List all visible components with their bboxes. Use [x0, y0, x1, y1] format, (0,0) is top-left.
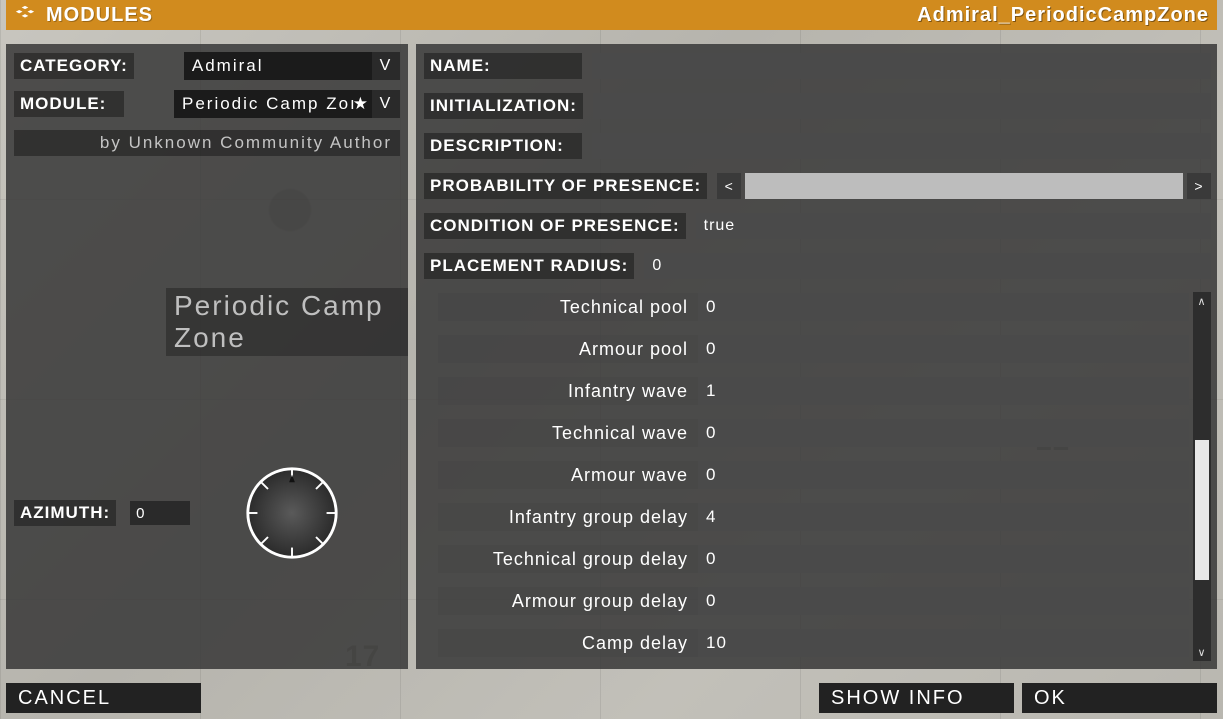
right-panel: NAME: INITIALIZATION: DESCRIPTION: PROBA… — [416, 44, 1217, 669]
param-input[interactable] — [698, 419, 1189, 447]
module-preview-title: Periodic Camp Zone — [166, 288, 408, 356]
module-credit: by Unknown Community Author — [14, 130, 400, 156]
param-row: Technical group delay — [424, 544, 1193, 574]
init-label: INITIALIZATION: — [424, 93, 583, 119]
prob-slider[interactable] — [745, 173, 1183, 199]
scroll-track[interactable] — [1193, 310, 1211, 643]
param-label: Camp delay — [438, 629, 698, 657]
param-input[interactable] — [698, 545, 1189, 573]
param-label: Infantry wave — [438, 377, 698, 405]
module-label: MODULE: — [14, 91, 124, 117]
compass-widget[interactable] — [244, 465, 340, 561]
prob-label: PROBABILITY OF PRESENCE: — [424, 173, 707, 199]
titlebar: MODULES Admiral_PeriodicCampZone — [6, 0, 1217, 30]
prob-increase-button[interactable]: > — [1187, 173, 1211, 199]
param-label: Technical wave — [438, 419, 698, 447]
radius-input[interactable] — [644, 253, 1211, 279]
param-row: Armour pool — [424, 334, 1193, 364]
radius-label: PLACEMENT RADIUS: — [424, 253, 634, 279]
star-icon: ★ — [353, 94, 370, 114]
param-row: Infantry wave — [424, 376, 1193, 406]
prob-decrease-button[interactable]: < — [717, 173, 741, 199]
param-row: Armour wave — [424, 460, 1193, 490]
azimuth-input[interactable] — [130, 501, 190, 525]
param-row: Technical wave — [424, 418, 1193, 448]
param-label: Technical group delay — [438, 545, 698, 573]
azimuth-label: AZIMUTH: — [14, 500, 116, 526]
param-input[interactable] — [698, 293, 1189, 321]
param-input[interactable] — [698, 335, 1189, 363]
chevron-down-icon[interactable]: V — [372, 52, 400, 80]
param-row: Infantry group delay — [424, 502, 1193, 532]
cond-input[interactable] — [696, 213, 1211, 239]
param-input[interactable] — [698, 587, 1189, 615]
param-row: Armour group delay — [424, 586, 1193, 616]
title-left: MODULES — [46, 4, 153, 27]
module-value: Periodic Camp Zoı — [182, 94, 357, 114]
scroll-down-button[interactable]: ∨ — [1193, 643, 1211, 661]
module-params-list: Technical pool Armour pool Infantry wave Te… — [424, 292, 1193, 661]
param-input[interactable] — [698, 629, 1189, 657]
param-input[interactable] — [698, 503, 1189, 531]
category-value: Admiral — [192, 56, 264, 76]
name-label: NAME: — [424, 53, 582, 79]
show-info-button[interactable]: SHOW INFO — [819, 683, 1014, 713]
left-panel: CATEGORY: Admiral V MODULE: Periodic Cam… — [6, 44, 408, 669]
param-label: Armour group delay — [438, 587, 698, 615]
category-label: CATEGORY: — [14, 53, 134, 79]
category-select[interactable]: Admiral V — [184, 52, 400, 80]
scroll-up-button[interactable]: ∧ — [1193, 292, 1211, 310]
param-input[interactable] — [698, 461, 1189, 489]
footer-spacer — [209, 683, 811, 713]
desc-label: DESCRIPTION: — [424, 133, 582, 159]
scroll-thumb[interactable] — [1195, 440, 1209, 580]
scrollbar[interactable]: ∧ ∨ — [1193, 292, 1211, 661]
modules-icon — [14, 4, 36, 26]
param-row: Technical pool — [424, 292, 1193, 322]
chevron-down-icon[interactable]: V — [372, 90, 400, 118]
param-input[interactable] — [698, 377, 1189, 405]
param-label: Technical pool — [438, 293, 698, 321]
param-label: Infantry group delay — [438, 503, 698, 531]
param-label: Armour pool — [438, 335, 698, 363]
cancel-button[interactable]: CANCEL — [6, 683, 201, 713]
name-input[interactable] — [592, 53, 1211, 79]
title-right: Admiral_PeriodicCampZone — [917, 4, 1209, 27]
cond-label: CONDITION OF PRESENCE: — [424, 213, 686, 239]
param-label: Armour wave — [438, 461, 698, 489]
desc-input[interactable] — [592, 133, 1211, 159]
param-row: Camp delay — [424, 628, 1193, 658]
init-input[interactable] — [593, 93, 1211, 119]
module-select[interactable]: Periodic Camp Zoı ★ V — [174, 90, 400, 118]
ok-button[interactable]: OK — [1022, 683, 1217, 713]
